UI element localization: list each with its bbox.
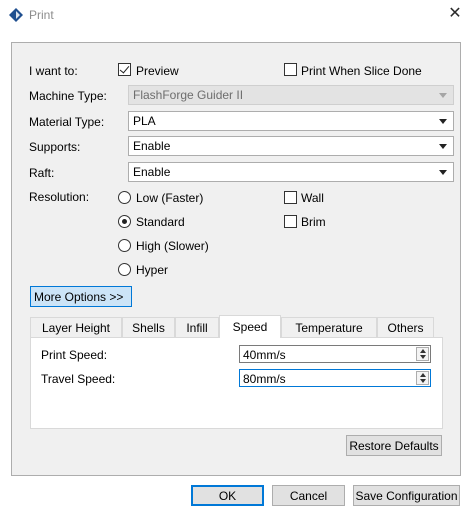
resolution-hyper-label: Hyper [136,263,169,277]
machine-type-label: Machine Type: [29,89,107,103]
machine-type-value: FlashForge Guider II [133,88,244,102]
brim-label: Brim [301,215,326,229]
ok-button[interactable]: OK [191,485,264,506]
print-speed-value: 40mm/s [243,348,286,362]
material-type-value: PLA [133,114,156,128]
supports-select[interactable]: Enable [128,136,454,156]
tab-speed[interactable]: Speed [219,315,281,338]
material-type-label: Material Type: [29,115,105,129]
raft-select[interactable]: Enable [128,162,454,182]
chevron-down-icon [439,144,447,149]
save-configuration-button[interactable]: Save Configuration [353,485,460,506]
tab-infill[interactable]: Infill [175,317,219,337]
travel-speed-value: 80mm/s [243,372,286,386]
close-icon[interactable]: ✕ [447,6,463,22]
print-settings-panel: I want to: Preview Print When Slice Done… [11,42,461,476]
resolution-low-label: Low (Faster) [136,191,204,205]
chevron-down-icon [420,379,426,383]
print-when-slice-done-checkbox[interactable] [284,63,297,76]
print-speed-input[interactable]: 40mm/s [239,345,431,363]
resolution-high-radio[interactable] [118,239,131,252]
chevron-down-icon [420,355,426,359]
window-title: Print [29,8,54,22]
resolution-low-radio[interactable] [118,191,131,204]
restore-defaults-button[interactable]: Restore Defaults [346,435,442,456]
tab-shells[interactable]: Shells [122,317,175,337]
material-type-select[interactable]: PLA [128,111,454,131]
cancel-button[interactable]: Cancel [272,485,345,506]
supports-label: Supports: [29,140,81,154]
travel-speed-label: Travel Speed: [41,372,116,386]
raft-label: Raft: [29,166,55,180]
i-want-to-label: I want to: [29,64,78,78]
chevron-up-icon [420,373,426,377]
diamond-logo-icon [9,8,23,22]
chevron-down-icon [439,93,447,98]
resolution-label: Resolution: [29,190,90,204]
tab-temperature[interactable]: Temperature [281,317,377,337]
more-options-button[interactable]: More Options >> [30,286,132,307]
machine-type-select[interactable]: FlashForge Guider II [128,85,454,105]
tab-others[interactable]: Others [377,317,434,337]
supports-value: Enable [133,139,171,153]
print-speed-label: Print Speed: [41,348,108,362]
travel-speed-stepper[interactable] [416,371,429,385]
resolution-high-label: High (Slower) [136,239,209,253]
resolution-hyper-radio[interactable] [118,263,131,276]
wall-label: Wall [301,191,324,205]
preview-label: Preview [136,64,179,78]
print-speed-stepper[interactable] [416,347,429,361]
tab-layer-height[interactable]: Layer Height [30,317,122,337]
chevron-down-icon [439,170,447,175]
speed-tab-content: Print Speed: 40mm/s Travel Speed: 80mm/s [30,337,443,429]
preview-checkbox[interactable] [118,63,131,76]
travel-speed-input[interactable]: 80mm/s [239,369,431,387]
print-when-slice-done-label: Print When Slice Done [301,64,422,78]
title-bar: Print ✕ [0,0,470,30]
chevron-up-icon [420,349,426,353]
brim-checkbox[interactable] [284,215,297,228]
chevron-down-icon [439,119,447,124]
resolution-standard-radio[interactable] [118,215,131,228]
resolution-standard-label: Standard [136,215,185,229]
raft-value: Enable [133,165,171,179]
wall-checkbox[interactable] [284,191,297,204]
